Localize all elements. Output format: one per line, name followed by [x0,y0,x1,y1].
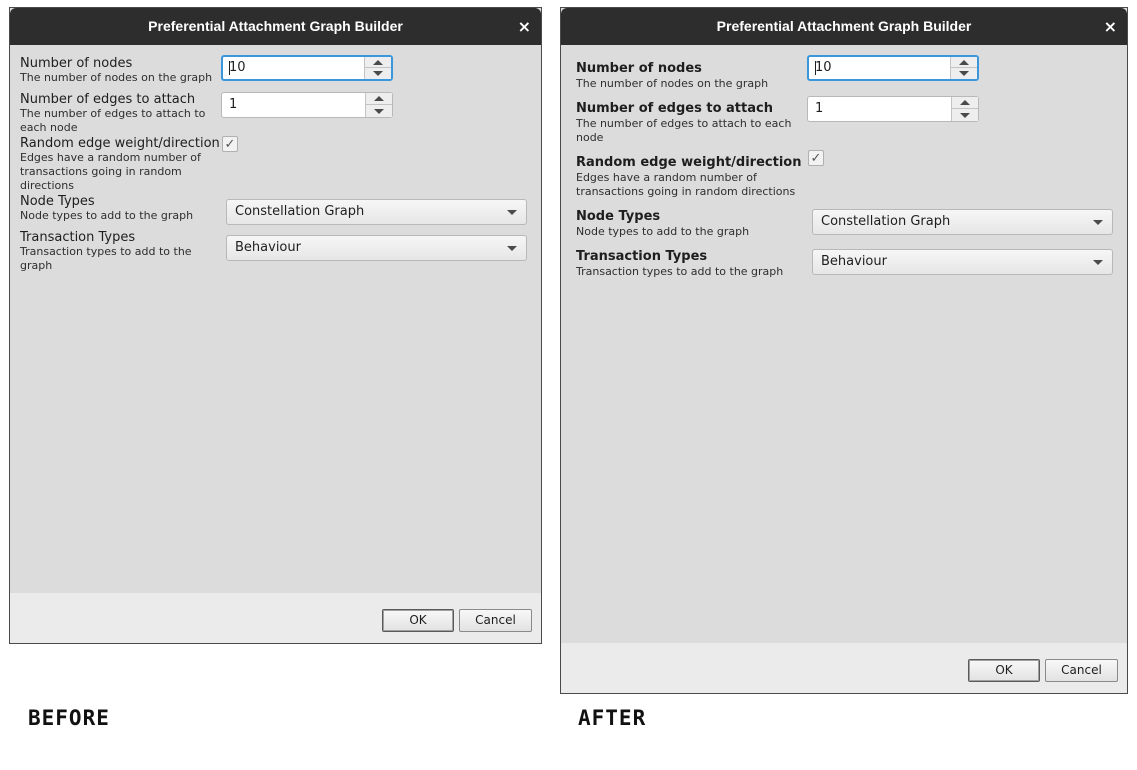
edges-label: Number of edges to attach [576,101,773,116]
ok-button[interactable]: OK [968,659,1040,682]
edges-spinner[interactable]: 1 [221,92,393,118]
nodes-value[interactable]: 10 [229,60,246,75]
chevron-down-icon [374,108,384,114]
dialog-title: Preferential Attachment Graph Builder [148,18,403,34]
transaction-types-description: Transaction types to add to the graph [576,265,784,278]
chevron-down-icon [373,71,383,76]
button-bar: OK Cancel [10,593,541,643]
chevron-down-icon [507,210,517,215]
chevron-down-icon [960,112,970,118]
node-types-description: Node types to add to the graph [20,209,194,222]
edges-value[interactable]: 1 [229,97,237,112]
edges-spin-buttons [951,97,978,121]
random-label: Random edge weight/direction [20,136,220,151]
text-caret [229,61,230,75]
edges-spinner[interactable]: 1 [807,96,979,122]
cancel-button[interactable]: Cancel [1045,659,1118,682]
nodes-value[interactable]: 10 [815,60,832,75]
close-icon[interactable]: × [518,17,531,36]
spin-up-button[interactable] [366,93,392,105]
dialog-before: Preferential Attachment Graph Builder × … [9,7,542,644]
ok-button[interactable]: OK [382,609,454,632]
node-types-description: Node types to add to the graph [576,225,750,238]
node-types-value: Constellation Graph [235,204,365,219]
random-description: Edges have a random number of transactio… [20,151,201,192]
random-checkbox[interactable]: ✓ [222,136,238,152]
spin-down-button[interactable] [951,68,977,79]
transaction-types-dropdown[interactable]: Behaviour [226,235,527,261]
chevron-up-icon [374,96,384,101]
title-bar[interactable]: Preferential Attachment Graph Builder × [561,8,1127,45]
chevron-up-icon [959,59,969,65]
nodes-label: Number of nodes [20,56,133,71]
nodes-spin-buttons [364,57,391,79]
transaction-types-label: Transaction Types [20,230,136,245]
nodes-label: Number of nodes [576,61,702,76]
transaction-types-dropdown[interactable]: Behaviour [812,249,1113,275]
node-types-value: Constellation Graph [821,214,951,229]
chevron-down-icon [1093,260,1103,265]
edges-spin-buttons [365,93,392,117]
edges-description: The number of edges to attach to each no… [20,107,206,134]
text-caret [815,61,816,75]
node-types-dropdown[interactable]: Constellation Graph [226,199,527,225]
after-caption: AFTER [578,706,647,730]
edges-label: Number of edges to attach [20,92,196,107]
node-types-label: Node Types [20,194,95,209]
nodes-description: The number of nodes on the graph [576,77,769,90]
nodes-spin-buttons [950,57,977,79]
spin-down-button[interactable] [952,109,978,121]
random-checkbox[interactable]: ✓ [808,150,824,166]
dialog-after: Preferential Attachment Graph Builder × … [560,7,1128,694]
title-bar[interactable]: Preferential Attachment Graph Builder × [10,8,541,45]
edges-description: The number of edges to attach to each no… [576,117,792,144]
transaction-types-label: Transaction Types [576,249,708,264]
transaction-types-description: Transaction types to add to the graph [20,245,192,272]
nodes-description: The number of nodes on the graph [20,71,213,84]
nodes-spinner[interactable]: 10 [221,55,393,81]
cancel-button[interactable]: Cancel [459,609,532,632]
dialog-title: Preferential Attachment Graph Builder [716,18,972,34]
chevron-down-icon [507,246,517,251]
transaction-types-value: Behaviour [235,240,301,255]
chevron-up-icon [960,100,970,105]
spin-down-button[interactable] [365,68,391,79]
spin-up-button[interactable] [952,97,978,109]
button-bar: OK Cancel [561,643,1127,693]
chevron-down-icon [959,71,969,76]
node-types-dropdown[interactable]: Constellation Graph [812,209,1113,235]
random-label: Random edge weight/direction [576,155,802,170]
edges-value[interactable]: 1 [815,101,823,116]
chevron-up-icon [373,59,383,65]
nodes-spinner[interactable]: 10 [807,55,979,81]
before-caption: BEFORE [28,706,110,730]
spin-up-button[interactable] [951,57,977,68]
spin-up-button[interactable] [365,57,391,68]
random-description: Edges have a random number of transactio… [576,171,796,198]
node-types-label: Node Types [576,209,661,224]
chevron-down-icon [1093,220,1103,225]
transaction-types-value: Behaviour [821,254,887,269]
check-icon: ✓ [810,150,822,166]
check-icon: ✓ [224,136,236,152]
spin-down-button[interactable] [366,105,392,117]
close-icon[interactable]: × [1104,17,1117,36]
